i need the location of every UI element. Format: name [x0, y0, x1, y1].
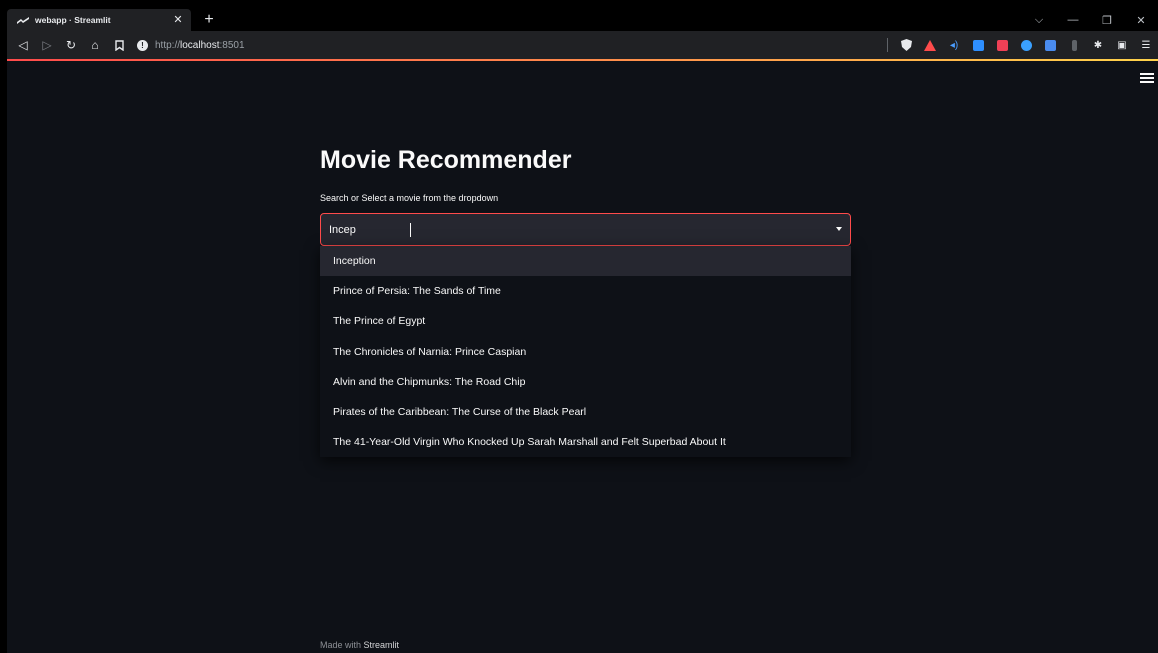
audio-icon[interactable]: ◂) [946, 37, 962, 53]
tab-title: webapp · Streamlit [35, 15, 111, 25]
option-item[interactable]: The 41-Year-Old Virgin Who Knocked Up Sa… [320, 427, 851, 457]
dropdown-arrow-icon[interactable] [836, 227, 842, 231]
main-menu-icon[interactable] [1140, 71, 1154, 85]
camera-extension-icon[interactable] [970, 37, 986, 53]
streamlit-favicon-icon [17, 15, 29, 25]
translate-extension-icon[interactable] [1042, 37, 1058, 53]
minimize-icon[interactable]: — [1056, 9, 1090, 31]
address-bar[interactable]: ! http://localhost:8501 [137, 39, 245, 51]
option-item[interactable]: The Chronicles of Narnia: Prince Caspian [320, 337, 851, 367]
url-port: :8501 [219, 39, 245, 51]
footer: Made with Streamlit [320, 640, 399, 650]
footer-prefix: Made with [320, 640, 362, 650]
browser-tab[interactable]: webapp · Streamlit ✕ [7, 9, 191, 31]
option-item[interactable]: The Prince of Egypt [320, 306, 851, 336]
new-tab-button[interactable]: + [201, 11, 217, 29]
restore-icon[interactable]: ❐ [1090, 9, 1124, 31]
movie-options-list: Inception Prince of Persia: The Sands of… [320, 246, 851, 458]
footer-streamlit-link[interactable]: Streamlit [364, 640, 400, 650]
brave-shield-icon[interactable] [898, 37, 914, 53]
option-item[interactable]: Pirates of the Caribbean: The Curse of t… [320, 397, 851, 427]
window-controls: ⌵ — ❐ ✕ [1022, 9, 1158, 31]
browser-menu-icon[interactable]: ☰ [1138, 37, 1154, 53]
close-window-icon[interactable]: ✕ [1124, 9, 1158, 31]
browser-toolbar: ◁ ▷ ↻ ⌂ ! http://localhost:8501 ◂) ✱ ▣ [7, 31, 1158, 59]
reload-icon[interactable]: ↻ [59, 34, 83, 56]
browser-window: webapp · Streamlit ✕ + ⌵ — ❐ ✕ ◁ ▷ ↻ ⌂ !… [7, 9, 1158, 653]
gray-extension-icon[interactable] [1066, 37, 1082, 53]
extensions-bar: ◂) ✱ ▣ ☰ [887, 31, 1158, 59]
toolbar-divider [887, 38, 888, 52]
back-icon[interactable]: ◁ [11, 34, 35, 56]
bookmark-icon[interactable] [107, 34, 131, 56]
option-item[interactable]: Prince of Persia: The Sands of Time [320, 276, 851, 306]
close-tab-icon[interactable]: ✕ [171, 13, 185, 27]
option-item[interactable]: Inception [320, 246, 851, 277]
tab-search-chevron-icon[interactable]: ⌵ [1022, 9, 1056, 31]
blue-circle-extension-icon[interactable] [1018, 37, 1034, 53]
url-protocol: http:// [155, 39, 181, 51]
search-value: Incep [329, 223, 356, 236]
movie-select-input[interactable]: Incep [320, 213, 851, 246]
home-icon[interactable]: ⌂ [83, 34, 107, 56]
site-info-icon[interactable]: ! [137, 39, 148, 51]
page-title: Movie Recommender [320, 146, 572, 174]
streamlit-top-decoration [7, 59, 1158, 61]
text-cursor [410, 223, 411, 237]
tab-strip: webapp · Streamlit ✕ + ⌵ — ❐ ✕ [7, 9, 1158, 31]
wallet-icon[interactable]: ▣ [1114, 37, 1130, 53]
brave-rewards-icon[interactable] [922, 37, 938, 53]
select-label: Search or Select a movie from the dropdo… [320, 193, 499, 203]
url-host: localhost [180, 39, 220, 51]
extensions-puzzle-icon[interactable]: ✱ [1090, 37, 1106, 53]
pocket-extension-icon[interactable] [994, 37, 1010, 53]
forward-icon[interactable]: ▷ [35, 34, 59, 56]
option-item[interactable]: Alvin and the Chipmunks: The Road Chip [320, 367, 851, 397]
